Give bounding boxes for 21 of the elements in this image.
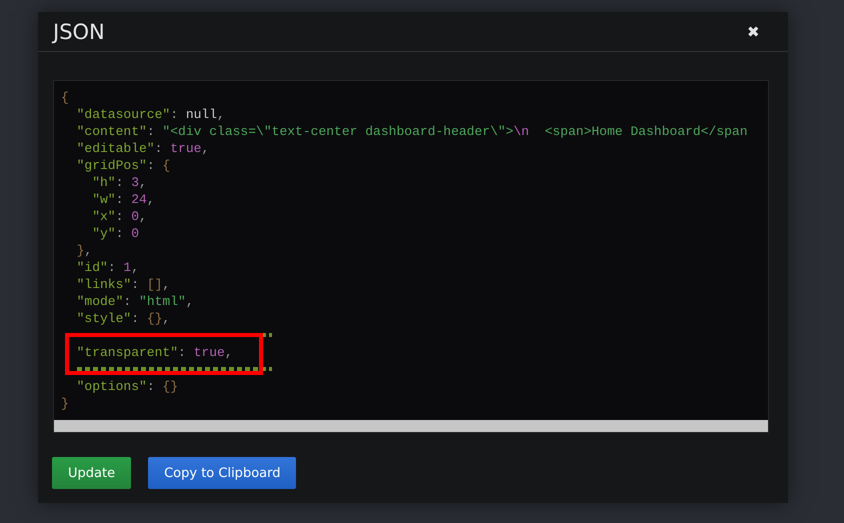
code-line: "editable": true,: [76, 140, 210, 157]
code-line: "content": "<div class=\"text-center dashboard-header\">\n <span>Home Dashboard</span: [76, 123, 748, 140]
copy-button[interactable]: Copy to Clipboard: [148, 457, 296, 489]
code-line: "style": {},: [76, 310, 170, 327]
code-line: "id": 1,: [76, 259, 140, 276]
code-line: "h": 3,: [91, 174, 147, 191]
code-line: "y": 0: [91, 225, 140, 242]
code-line: "x": 0,: [91, 208, 147, 225]
code-line: "transparent": true,: [76, 344, 233, 361]
code-line: "gridPos": {: [76, 157, 170, 174]
horizontal-scrollbar[interactable]: [54, 420, 768, 432]
code-line: "options": {}: [76, 378, 178, 395]
code-line: "links": [],: [76, 276, 170, 293]
code-line: }: [61, 395, 69, 412]
code-line: "datasource": null,: [76, 106, 225, 123]
dialog-title: JSON: [53, 20, 105, 44]
code-line: "w": 24,: [91, 191, 155, 208]
code-line: },: [76, 242, 92, 259]
code-line: "mode": "html",: [76, 293, 194, 310]
update-button[interactable]: Update: [52, 457, 132, 489]
code-line: {: [61, 89, 69, 106]
